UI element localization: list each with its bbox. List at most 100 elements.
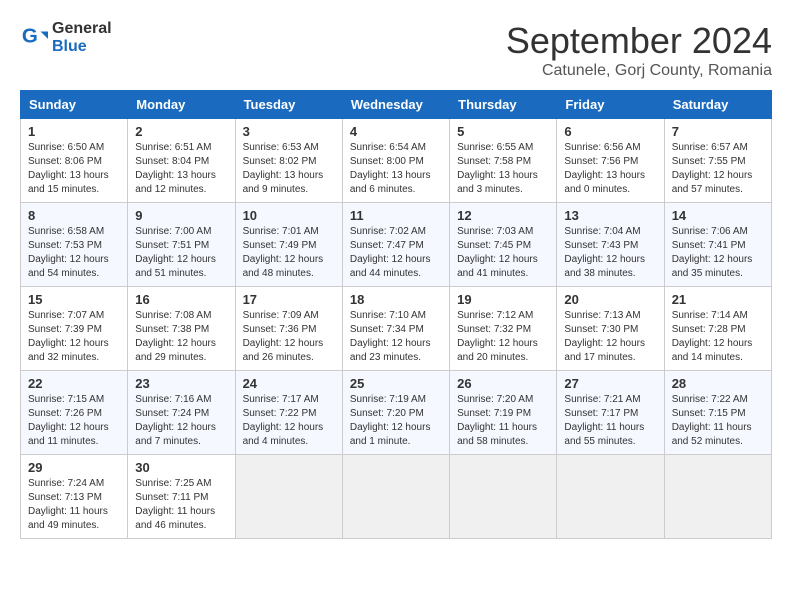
day-number: 2: [135, 124, 227, 139]
calendar-cell: 13 Sunrise: 7:04 AMSunset: 7:43 PMDaylig…: [557, 203, 664, 287]
day-number: 7: [672, 124, 764, 139]
calendar-cell: 5 Sunrise: 6:55 AMSunset: 7:58 PMDayligh…: [450, 119, 557, 203]
day-number: 4: [350, 124, 442, 139]
day-number: 21: [672, 292, 764, 307]
logo: G General Blue: [20, 20, 112, 56]
title-block: September 2024 Catunele, Gorj County, Ro…: [506, 20, 772, 80]
day-number: 14: [672, 208, 764, 223]
day-number: 28: [672, 376, 764, 391]
col-header-sunday: Sunday: [21, 91, 128, 119]
calendar-cell: 27 Sunrise: 7:21 AMSunset: 7:17 PMDaylig…: [557, 371, 664, 455]
calendar-cell: 7 Sunrise: 6:57 AMSunset: 7:55 PMDayligh…: [664, 119, 771, 203]
calendar-cell: 3 Sunrise: 6:53 AMSunset: 8:02 PMDayligh…: [235, 119, 342, 203]
col-header-friday: Friday: [557, 91, 664, 119]
day-info: Sunrise: 6:54 AMSunset: 8:00 PMDaylight:…: [350, 141, 442, 197]
day-number: 9: [135, 208, 227, 223]
day-number: 24: [243, 376, 335, 391]
col-header-tuesday: Tuesday: [235, 91, 342, 119]
calendar-cell: 2 Sunrise: 6:51 AMSunset: 8:04 PMDayligh…: [128, 119, 235, 203]
calendar-cell: 19 Sunrise: 7:12 AMSunset: 7:32 PMDaylig…: [450, 287, 557, 371]
logo-icon: G: [20, 24, 48, 52]
day-info: Sunrise: 7:04 AMSunset: 7:43 PMDaylight:…: [564, 225, 656, 281]
day-number: 27: [564, 376, 656, 391]
day-info: Sunrise: 7:00 AMSunset: 7:51 PMDaylight:…: [135, 225, 227, 281]
day-number: 13: [564, 208, 656, 223]
day-info: Sunrise: 7:19 AMSunset: 7:20 PMDaylight:…: [350, 393, 442, 449]
day-info: Sunrise: 7:06 AMSunset: 7:41 PMDaylight:…: [672, 225, 764, 281]
day-number: 3: [243, 124, 335, 139]
calendar-cell: [342, 455, 449, 539]
day-number: 6: [564, 124, 656, 139]
calendar-cell: 17 Sunrise: 7:09 AMSunset: 7:36 PMDaylig…: [235, 287, 342, 371]
month-title: September 2024: [506, 20, 772, 62]
calendar-cell: 4 Sunrise: 6:54 AMSunset: 8:00 PMDayligh…: [342, 119, 449, 203]
calendar-cell: 28 Sunrise: 7:22 AMSunset: 7:15 PMDaylig…: [664, 371, 771, 455]
calendar-cell: 14 Sunrise: 7:06 AMSunset: 7:41 PMDaylig…: [664, 203, 771, 287]
calendar-header-row: SundayMondayTuesdayWednesdayThursdayFrid…: [21, 91, 772, 119]
day-info: Sunrise: 7:12 AMSunset: 7:32 PMDaylight:…: [457, 309, 549, 365]
day-number: 19: [457, 292, 549, 307]
day-info: Sunrise: 7:14 AMSunset: 7:28 PMDaylight:…: [672, 309, 764, 365]
calendar-cell: [450, 455, 557, 539]
day-info: Sunrise: 6:55 AMSunset: 7:58 PMDaylight:…: [457, 141, 549, 197]
day-number: 15: [28, 292, 120, 307]
calendar-cell: 15 Sunrise: 7:07 AMSunset: 7:39 PMDaylig…: [21, 287, 128, 371]
day-info: Sunrise: 7:15 AMSunset: 7:26 PMDaylight:…: [28, 393, 120, 449]
calendar-cell: 20 Sunrise: 7:13 AMSunset: 7:30 PMDaylig…: [557, 287, 664, 371]
col-header-thursday: Thursday: [450, 91, 557, 119]
calendar-cell: [557, 455, 664, 539]
day-info: Sunrise: 7:09 AMSunset: 7:36 PMDaylight:…: [243, 309, 335, 365]
day-info: Sunrise: 6:58 AMSunset: 7:53 PMDaylight:…: [28, 225, 120, 281]
day-number: 29: [28, 460, 120, 475]
col-header-wednesday: Wednesday: [342, 91, 449, 119]
day-number: 10: [243, 208, 335, 223]
day-number: 5: [457, 124, 549, 139]
day-info: Sunrise: 6:50 AMSunset: 8:06 PMDaylight:…: [28, 141, 120, 197]
calendar-cell: 24 Sunrise: 7:17 AMSunset: 7:22 PMDaylig…: [235, 371, 342, 455]
page-header: G General Blue September 2024 Catunele, …: [20, 20, 772, 80]
calendar-cell: 23 Sunrise: 7:16 AMSunset: 7:24 PMDaylig…: [128, 371, 235, 455]
calendar-cell: 18 Sunrise: 7:10 AMSunset: 7:34 PMDaylig…: [342, 287, 449, 371]
logo-general: General: [52, 20, 112, 37]
day-info: Sunrise: 7:13 AMSunset: 7:30 PMDaylight:…: [564, 309, 656, 365]
day-info: Sunrise: 7:20 AMSunset: 7:19 PMDaylight:…: [457, 393, 549, 449]
calendar-cell: 16 Sunrise: 7:08 AMSunset: 7:38 PMDaylig…: [128, 287, 235, 371]
day-number: 1: [28, 124, 120, 139]
calendar-week-2: 8 Sunrise: 6:58 AMSunset: 7:53 PMDayligh…: [21, 203, 772, 287]
calendar-week-3: 15 Sunrise: 7:07 AMSunset: 7:39 PMDaylig…: [21, 287, 772, 371]
calendar-week-1: 1 Sunrise: 6:50 AMSunset: 8:06 PMDayligh…: [21, 119, 772, 203]
calendar-cell: 26 Sunrise: 7:20 AMSunset: 7:19 PMDaylig…: [450, 371, 557, 455]
day-number: 25: [350, 376, 442, 391]
day-info: Sunrise: 6:57 AMSunset: 7:55 PMDaylight:…: [672, 141, 764, 197]
calendar-cell: 6 Sunrise: 6:56 AMSunset: 7:56 PMDayligh…: [557, 119, 664, 203]
day-number: 8: [28, 208, 120, 223]
calendar-week-4: 22 Sunrise: 7:15 AMSunset: 7:26 PMDaylig…: [21, 371, 772, 455]
day-info: Sunrise: 7:02 AMSunset: 7:47 PMDaylight:…: [350, 225, 442, 281]
calendar-week-5: 29 Sunrise: 7:24 AMSunset: 7:13 PMDaylig…: [21, 455, 772, 539]
day-number: 22: [28, 376, 120, 391]
day-info: Sunrise: 7:10 AMSunset: 7:34 PMDaylight:…: [350, 309, 442, 365]
calendar-cell: 11 Sunrise: 7:02 AMSunset: 7:47 PMDaylig…: [342, 203, 449, 287]
calendar-cell: 1 Sunrise: 6:50 AMSunset: 8:06 PMDayligh…: [21, 119, 128, 203]
calendar-cell: 8 Sunrise: 6:58 AMSunset: 7:53 PMDayligh…: [21, 203, 128, 287]
day-info: Sunrise: 7:01 AMSunset: 7:49 PMDaylight:…: [243, 225, 335, 281]
calendar-cell: 29 Sunrise: 7:24 AMSunset: 7:13 PMDaylig…: [21, 455, 128, 539]
day-info: Sunrise: 7:17 AMSunset: 7:22 PMDaylight:…: [243, 393, 335, 449]
location: Catunele, Gorj County, Romania: [506, 62, 772, 80]
calendar-cell: [235, 455, 342, 539]
day-info: Sunrise: 7:03 AMSunset: 7:45 PMDaylight:…: [457, 225, 549, 281]
day-number: 18: [350, 292, 442, 307]
day-info: Sunrise: 7:21 AMSunset: 7:17 PMDaylight:…: [564, 393, 656, 449]
svg-text:G: G: [22, 25, 38, 48]
day-number: 11: [350, 208, 442, 223]
day-info: Sunrise: 7:08 AMSunset: 7:38 PMDaylight:…: [135, 309, 227, 365]
day-info: Sunrise: 7:22 AMSunset: 7:15 PMDaylight:…: [672, 393, 764, 449]
col-header-saturday: Saturday: [664, 91, 771, 119]
calendar-cell: 9 Sunrise: 7:00 AMSunset: 7:51 PMDayligh…: [128, 203, 235, 287]
day-info: Sunrise: 6:53 AMSunset: 8:02 PMDaylight:…: [243, 141, 335, 197]
day-info: Sunrise: 6:56 AMSunset: 7:56 PMDaylight:…: [564, 141, 656, 197]
calendar-cell: 30 Sunrise: 7:25 AMSunset: 7:11 PMDaylig…: [128, 455, 235, 539]
day-number: 17: [243, 292, 335, 307]
logo-blue: Blue: [52, 38, 87, 55]
calendar-cell: [664, 455, 771, 539]
